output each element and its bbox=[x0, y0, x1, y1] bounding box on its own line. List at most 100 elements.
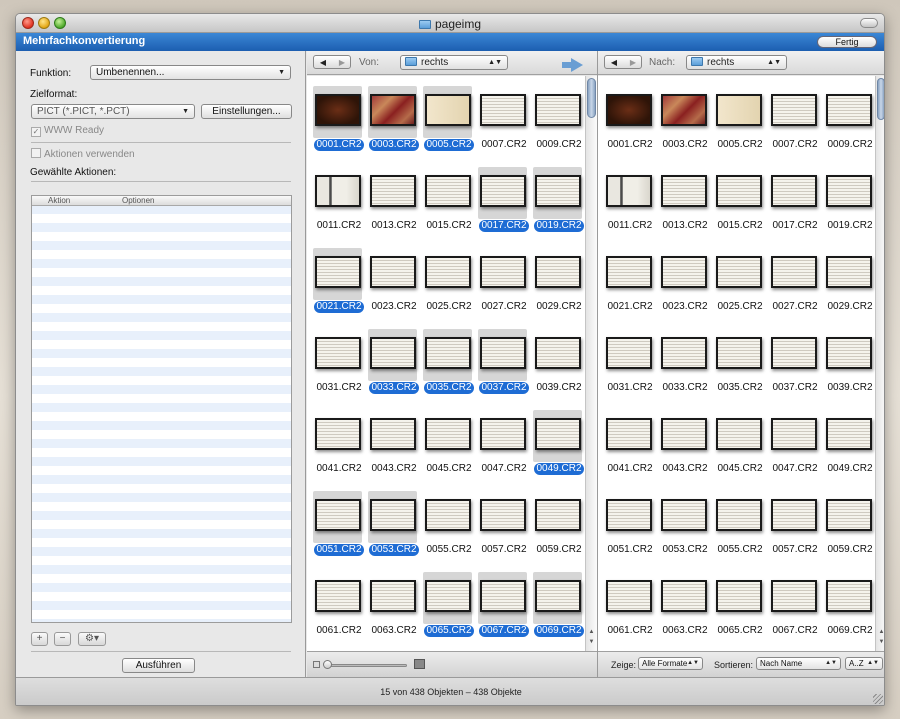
settings-button[interactable]: Einstellungen... bbox=[201, 104, 292, 119]
thumbnail-item[interactable]: 0005.CR2 bbox=[713, 85, 768, 166]
scrollbar-thumb[interactable] bbox=[877, 78, 884, 120]
destination-folder-popup[interactable]: rechts ▲▼ bbox=[686, 55, 787, 70]
gear-menu-button[interactable]: ⚙▾ bbox=[78, 632, 106, 646]
thumbnail-item[interactable]: 0015.CR2 bbox=[713, 166, 768, 247]
thumbnail-item[interactable]: 0045.CR2 bbox=[713, 409, 768, 490]
thumbnail-item[interactable]: 0063.CR2 bbox=[658, 571, 713, 651]
title-bar[interactable]: pageimg bbox=[16, 14, 884, 33]
use-actions-checkbox[interactable]: Aktionen verwenden bbox=[31, 148, 135, 160]
thumbnail-item[interactable]: 0043.CR2 bbox=[367, 409, 422, 490]
thumbnail-item[interactable]: 0027.CR2 bbox=[477, 247, 532, 328]
thumbnail-item[interactable]: 0009.CR2 bbox=[532, 85, 585, 166]
thumbnail-item[interactable]: 0015.CR2 bbox=[422, 166, 477, 247]
thumbnail-item[interactable]: 0033.CR2 bbox=[658, 328, 713, 409]
thumbnail-item[interactable]: 0001.CR2 bbox=[312, 85, 367, 166]
thumbnail-item[interactable]: 0039.CR2 bbox=[532, 328, 585, 409]
thumbnail-item[interactable]: 0051.CR2 bbox=[312, 490, 367, 571]
thumbnail-item[interactable]: 0031.CR2 bbox=[312, 328, 367, 409]
thumbnail-item[interactable]: 0055.CR2 bbox=[713, 490, 768, 571]
source-scrollbar[interactable]: ▲ ▼ bbox=[585, 76, 597, 651]
thumbnail-item[interactable]: 0069.CR2 bbox=[532, 571, 585, 651]
thumbnail-item[interactable]: 0041.CR2 bbox=[603, 409, 658, 490]
thumbnail-item[interactable]: 0025.CR2 bbox=[422, 247, 477, 328]
thumbnail-item[interactable]: 0053.CR2 bbox=[658, 490, 713, 571]
thumbnail-item[interactable]: 0059.CR2 bbox=[823, 490, 876, 571]
actions-table[interactable]: Aktion Optionen bbox=[31, 195, 292, 623]
thumbnail-item[interactable]: 0067.CR2 bbox=[768, 571, 823, 651]
thumbnail-item[interactable]: 0047.CR2 bbox=[477, 409, 532, 490]
thumbnail-item[interactable]: 0065.CR2 bbox=[713, 571, 768, 651]
thumbnail-item[interactable]: 0035.CR2 bbox=[422, 328, 477, 409]
thumbnail-item[interactable]: 0061.CR2 bbox=[312, 571, 367, 651]
destination-thumbnail-grid[interactable]: 0001.CR2 0003.CR2 0005.CR2 0007.CR2 0009.CR2… bbox=[598, 76, 876, 651]
thumbnail-item[interactable]: 0021.CR2 bbox=[603, 247, 658, 328]
done-button[interactable]: Fertig bbox=[817, 36, 877, 48]
thumbnail-item[interactable]: 0049.CR2 bbox=[823, 409, 876, 490]
thumbnail-item[interactable]: 0011.CR2 bbox=[603, 166, 658, 247]
thumbnail-item[interactable]: 0051.CR2 bbox=[603, 490, 658, 571]
thumbnail-item[interactable]: 0013.CR2 bbox=[658, 166, 713, 247]
thumbnail-item[interactable]: 0041.CR2 bbox=[312, 409, 367, 490]
thumbnail-item[interactable]: 0019.CR2 bbox=[532, 166, 585, 247]
thumbnail-item[interactable]: 0069.CR2 bbox=[823, 571, 876, 651]
scroll-down-icon[interactable]: ▼ bbox=[877, 638, 884, 647]
thumbnail-item[interactable]: 0057.CR2 bbox=[477, 490, 532, 571]
thumbnail-item[interactable]: 0003.CR2 bbox=[658, 85, 713, 166]
back-arrow-icon[interactable]: ◀ bbox=[605, 57, 623, 69]
thumbnail-item[interactable]: 0023.CR2 bbox=[658, 247, 713, 328]
destination-scrollbar[interactable]: ▲ ▼ bbox=[875, 76, 884, 651]
back-arrow-icon[interactable]: ◀ bbox=[314, 57, 332, 69]
target-format-popup[interactable]: PICT (*.PICT, *.PCT) ▼ bbox=[31, 104, 195, 119]
scroll-up-icon[interactable]: ▲ bbox=[877, 628, 884, 637]
thumbnail-item[interactable]: 0067.CR2 bbox=[477, 571, 532, 651]
source-folder-popup[interactable]: rechts ▲▼ bbox=[400, 55, 508, 70]
slider-knob[interactable] bbox=[323, 660, 332, 669]
thumbnail-item[interactable]: 0065.CR2 bbox=[422, 571, 477, 651]
thumbnail-item[interactable]: 0017.CR2 bbox=[477, 166, 532, 247]
source-nav-buttons[interactable]: ◀ ▶ bbox=[313, 55, 351, 69]
thumbnail-item[interactable]: 0003.CR2 bbox=[367, 85, 422, 166]
resize-grip-icon[interactable] bbox=[873, 694, 883, 704]
thumbnail-item[interactable]: 0053.CR2 bbox=[367, 490, 422, 571]
thumbnail-item[interactable]: 0019.CR2 bbox=[823, 166, 876, 247]
thumbnail-item[interactable]: 0031.CR2 bbox=[603, 328, 658, 409]
thumbnail-item[interactable]: 0025.CR2 bbox=[713, 247, 768, 328]
thumbnail-item[interactable]: 0023.CR2 bbox=[367, 247, 422, 328]
thumbnail-item[interactable]: 0009.CR2 bbox=[823, 85, 876, 166]
thumbnail-item[interactable]: 0049.CR2 bbox=[532, 409, 585, 490]
thumbnail-item[interactable]: 0007.CR2 bbox=[477, 85, 532, 166]
function-popup[interactable]: Umbenennen... ▼ bbox=[90, 65, 291, 80]
www-ready-checkbox[interactable]: ✓ WWW Ready bbox=[31, 125, 104, 137]
thumbnail-item[interactable]: 0057.CR2 bbox=[768, 490, 823, 571]
thumbnail-item[interactable]: 0059.CR2 bbox=[532, 490, 585, 571]
sort-popup[interactable]: Nach Name ▲▼ bbox=[756, 657, 841, 670]
forward-arrow-icon[interactable]: ▶ bbox=[333, 57, 351, 69]
column-header-options[interactable]: Optionen bbox=[122, 196, 154, 206]
thumbnail-item[interactable]: 0061.CR2 bbox=[603, 571, 658, 651]
thumbnail-item[interactable]: 0047.CR2 bbox=[768, 409, 823, 490]
forward-arrow-icon[interactable]: ▶ bbox=[624, 57, 642, 69]
thumbnail-item[interactable]: 0011.CR2 bbox=[312, 166, 367, 247]
thumbnail-item[interactable]: 0033.CR2 bbox=[367, 328, 422, 409]
thumbnail-item[interactable]: 0045.CR2 bbox=[422, 409, 477, 490]
thumbnail-item[interactable]: 0021.CR2 bbox=[312, 247, 367, 328]
remove-action-button[interactable]: − bbox=[54, 632, 71, 646]
destination-nav-buttons[interactable]: ◀ ▶ bbox=[604, 55, 642, 69]
thumbnail-item[interactable]: 0029.CR2 bbox=[532, 247, 585, 328]
thumbnail-item[interactable]: 0039.CR2 bbox=[823, 328, 876, 409]
thumbnail-item[interactable]: 0063.CR2 bbox=[367, 571, 422, 651]
show-format-popup[interactable]: Alle Formate ▲▼ bbox=[638, 657, 703, 670]
sort-order-popup[interactable]: A..Z ▲▼ bbox=[845, 657, 883, 670]
scrollbar-thumb[interactable] bbox=[587, 78, 596, 118]
toolbar-toggle-button[interactable] bbox=[860, 18, 878, 28]
thumbnail-item[interactable]: 0043.CR2 bbox=[658, 409, 713, 490]
add-action-button[interactable]: + bbox=[31, 632, 48, 646]
thumbnail-item[interactable]: 0029.CR2 bbox=[823, 247, 876, 328]
thumbnail-item[interactable]: 0027.CR2 bbox=[768, 247, 823, 328]
move-arrow-head-icon[interactable] bbox=[571, 58, 583, 72]
thumbnail-item[interactable]: 0013.CR2 bbox=[367, 166, 422, 247]
thumbnail-item[interactable]: 0007.CR2 bbox=[768, 85, 823, 166]
source-thumbnail-grid[interactable]: 0001.CR2 0003.CR2 0005.CR2 0007.CR2 0009.CR2… bbox=[307, 76, 585, 651]
thumbnail-item[interactable]: 0037.CR2 bbox=[768, 328, 823, 409]
thumbnail-item[interactable]: 0055.CR2 bbox=[422, 490, 477, 571]
